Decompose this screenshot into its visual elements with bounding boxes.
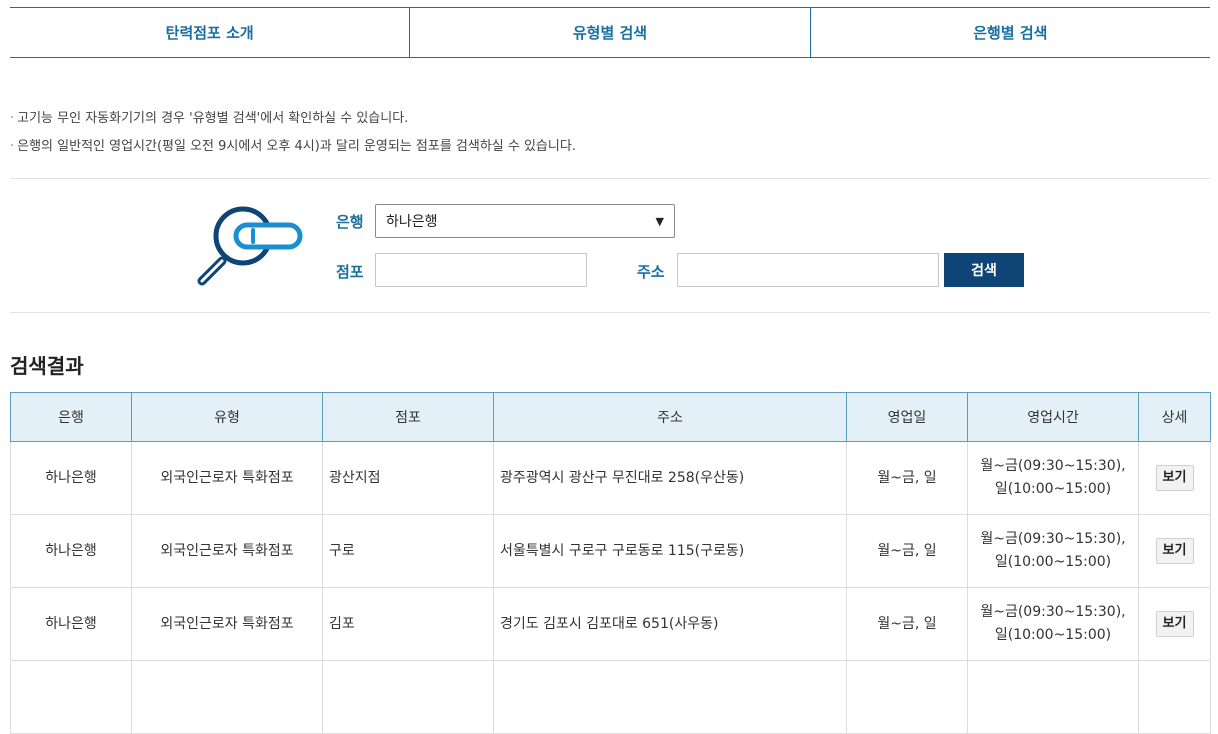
col-header-address: 주소 — [493, 392, 847, 442]
info-notes: · 고기능 무인 자동화기기의 경우 '유형별 검색'에서 확인하실 수 있습니다… — [10, 108, 1210, 164]
search-panel: 은행 하나은행 ▼ 점포 주소 검색 — [0, 179, 1218, 312]
cell-days — [846, 660, 968, 734]
note-text: 고기능 무인 자동화기기의 경우 '유형별 검색'에서 확인하실 수 있습니다. — [17, 111, 409, 126]
col-header-days: 영업일 — [846, 392, 968, 442]
address-input[interactable] — [677, 253, 939, 287]
branch-input[interactable] — [375, 253, 587, 287]
bank-select[interactable]: 하나은행 ▼ — [375, 204, 675, 238]
col-header-bank: 은행 — [10, 392, 132, 442]
cell-hours: 월~금(09:30~15:30), 일(10:00~15:00) — [967, 441, 1139, 515]
divider — [10, 312, 1210, 313]
col-header-type: 유형 — [131, 392, 323, 442]
bullet-icon: · — [10, 139, 15, 154]
cell-detail: 보기 — [1138, 514, 1211, 588]
view-button[interactable]: 보기 — [1155, 465, 1194, 491]
cell-hours: 월~금(09:30~15:30), 일(10:00~15:00) — [967, 587, 1139, 661]
table-header-row: 은행 유형 점포 주소 영업일 영업시간 상세 — [10, 392, 1211, 442]
cell-type: 외국인근로자 특화점포 — [131, 587, 323, 661]
note-item: · 은행의 일반적인 영업시간(평일 오전 9시에서 오후 4시)과 달리 운영되… — [10, 136, 1210, 164]
bank-label: 은행 — [336, 213, 364, 231]
bank-select-value: 하나은행 — [386, 214, 438, 230]
table-row: 하나은행 외국인근로자 특화점포 광산지점 광주광역시 광산구 무진대로 258… — [10, 441, 1211, 515]
cell-address: 광주광역시 광산구 무진대로 258(우산동) — [493, 441, 847, 515]
view-button[interactable]: 보기 — [1155, 611, 1194, 637]
cell-branch: 김포 — [322, 587, 494, 661]
bullet-icon: · — [10, 111, 15, 126]
cell-bank: 하나은행 — [10, 514, 132, 588]
cell-hours — [967, 660, 1139, 734]
cell-type — [131, 660, 323, 734]
results-title: 검색결과 — [10, 354, 84, 378]
note-item: · 고기능 무인 자동화기기의 경우 '유형별 검색'에서 확인하실 수 있습니다… — [10, 108, 1210, 136]
col-header-detail: 상세 — [1138, 392, 1211, 442]
table-row: 하나은행 외국인근로자 특화점포 구로 서울특별시 구로구 구로동로 115(구… — [10, 514, 1211, 588]
cell-address: 경기도 김포시 김포대로 651(사우동) — [493, 587, 847, 661]
cell-bank: 하나은행 — [10, 587, 132, 661]
cell-bank: 하나은행 — [10, 441, 132, 515]
cell-detail: 보기 — [1138, 587, 1211, 661]
tab-bar: 탄력점포 소개 유형별 검색 은행별 검색 — [10, 7, 1210, 58]
cell-detail: 보기 — [1138, 441, 1211, 515]
col-header-hours: 영업시간 — [967, 392, 1139, 442]
cell-type: 외국인근로자 특화점포 — [131, 514, 323, 588]
cell-hours: 월~금(09:30~15:30), 일(10:00~15:00) — [967, 514, 1139, 588]
cell-days: 월~금, 일 — [846, 587, 968, 661]
cell-detail — [1138, 660, 1211, 734]
search-button[interactable]: 검색 — [944, 253, 1024, 287]
branch-label: 점포 — [336, 263, 364, 281]
tab-type-search[interactable]: 유형별 검색 — [409, 8, 809, 57]
cell-bank — [10, 660, 132, 734]
view-button[interactable]: 보기 — [1155, 538, 1194, 564]
cell-branch: 광산지점 — [322, 441, 494, 515]
cell-address — [493, 660, 847, 734]
tab-intro[interactable]: 탄력점포 소개 — [10, 8, 409, 57]
cell-branch — [322, 660, 494, 734]
col-header-branch: 점포 — [322, 392, 494, 442]
results-table: 은행 유형 점포 주소 영업일 영업시간 상세 하나은행 외국인근로자 특화점포… — [10, 392, 1211, 734]
chevron-down-icon: ▼ — [655, 214, 664, 228]
address-label: 주소 — [637, 263, 665, 281]
tab-bank-search[interactable]: 은행별 검색 — [809, 8, 1210, 57]
cell-branch: 구로 — [322, 514, 494, 588]
cell-days: 월~금, 일 — [846, 514, 968, 588]
note-text: 은행의 일반적인 영업시간(평일 오전 9시에서 오후 4시)과 달리 운영되는… — [17, 139, 576, 154]
magnifier-card-icon — [197, 206, 303, 286]
cell-address: 서울특별시 구로구 구로동로 115(구로동) — [493, 514, 847, 588]
table-row — [10, 660, 1211, 734]
table-row: 하나은행 외국인근로자 특화점포 김포 경기도 김포시 김포대로 651(사우동… — [10, 587, 1211, 661]
cell-days: 월~금, 일 — [846, 441, 968, 515]
cell-type: 외국인근로자 특화점포 — [131, 441, 323, 515]
